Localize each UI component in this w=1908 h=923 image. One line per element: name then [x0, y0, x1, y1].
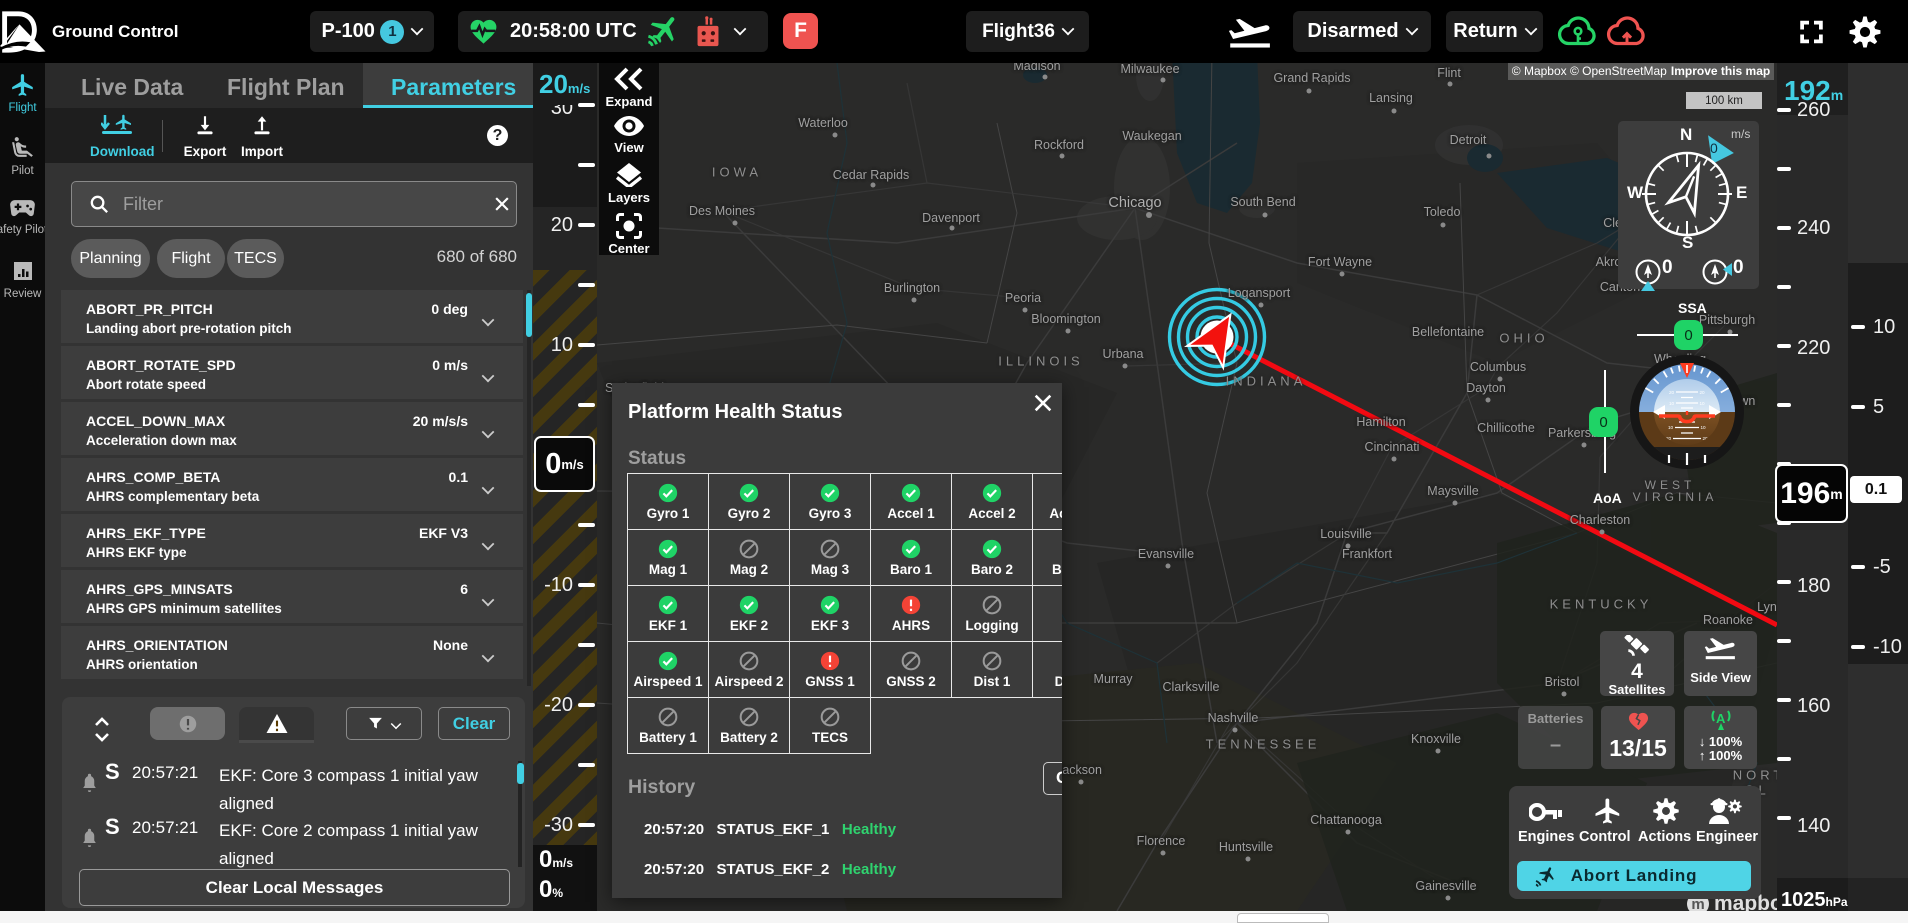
svg-text:10: 10 [1669, 401, 1675, 406]
svg-text:20: 20 [1669, 390, 1675, 395]
svg-text:10: 10 [1700, 401, 1706, 406]
svg-text:20: 20 [1700, 390, 1706, 395]
svg-text:10: 10 [1701, 425, 1707, 430]
svg-text:10: 10 [1668, 425, 1674, 430]
